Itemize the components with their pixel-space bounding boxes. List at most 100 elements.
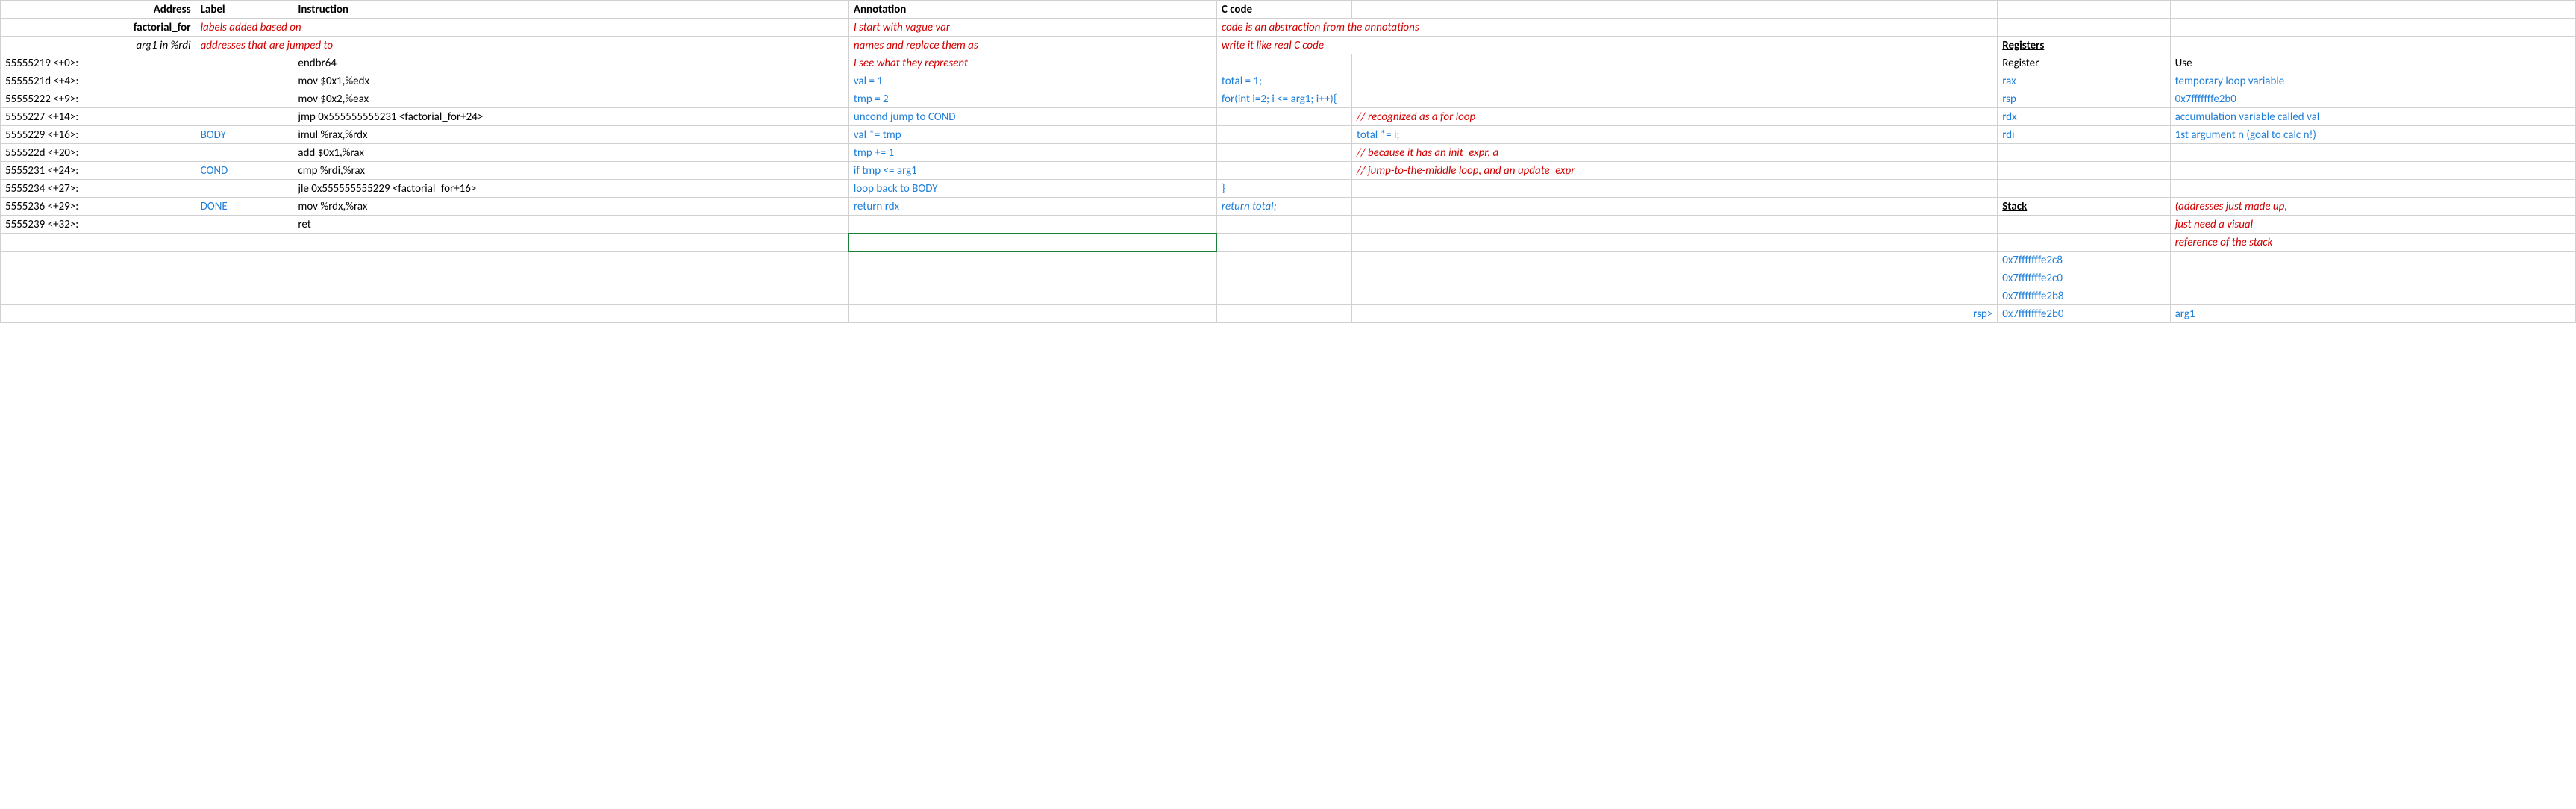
cell[interactable]: [1772, 1, 1907, 19]
cell-stack-val[interactable]: arg1: [2170, 305, 2575, 323]
cell[interactable]: [1772, 144, 1907, 162]
hdr-instruction[interactable]: Instruction: [293, 1, 849, 19]
cell[interactable]: [293, 252, 849, 269]
cell-register[interactable]: [1998, 162, 2170, 180]
cell-ccode[interactable]: [1216, 54, 1351, 72]
cell-rsp-ptr[interactable]: [1907, 269, 1998, 287]
cell-label[interactable]: [196, 54, 293, 72]
hdr-annotation[interactable]: Annotation: [848, 1, 1216, 19]
cell[interactable]: [1907, 144, 1998, 162]
cell-instruction[interactable]: mov $0x2,%eax: [293, 90, 849, 108]
cell[interactable]: [1907, 198, 1998, 216]
cell-ccode-extra[interactable]: // because it has an init_expr, a: [1351, 144, 1772, 162]
cell[interactable]: [1351, 269, 1772, 287]
cell-stack-addr[interactable]: 0x7fffffffe2b8: [1998, 287, 2170, 305]
cell-instruction[interactable]: add $0x1,%rax: [293, 144, 849, 162]
cell-ccode-extra[interactable]: [1351, 216, 1772, 234]
cell-register[interactable]: [1998, 216, 2170, 234]
cell[interactable]: [1772, 287, 1907, 305]
cell-instruction[interactable]: jmp 0x555555555231 <factorial_for+24>: [293, 108, 849, 126]
cell-address[interactable]: 5555229 <+16>:: [1, 126, 196, 144]
cell-label-note[interactable]: addresses that are jumped to: [196, 37, 848, 54]
cell-use[interactable]: 0x7fffffffe2b0: [2170, 90, 2575, 108]
cell[interactable]: [848, 234, 1216, 252]
cell-address[interactable]: 5555236 <+29>:: [1, 198, 196, 216]
cell[interactable]: [196, 287, 293, 305]
cell-label[interactable]: [196, 216, 293, 234]
cell-label[interactable]: COND: [196, 162, 293, 180]
cell[interactable]: [1772, 252, 1907, 269]
cell[interactable]: [1907, 90, 1998, 108]
cell-stack-addr[interactable]: 0x7fffffffe2b0: [1998, 305, 2170, 323]
cell-register[interactable]: [1998, 180, 2170, 198]
cell-ccode[interactable]: [1216, 162, 1351, 180]
cell[interactable]: [1907, 19, 1998, 37]
cell[interactable]: [196, 269, 293, 287]
cell-ccode-extra[interactable]: // recognized as a for loop: [1351, 108, 1772, 126]
cell[interactable]: [848, 252, 1216, 269]
cell-func-name[interactable]: factorial_for: [1, 19, 196, 37]
cell[interactable]: [1998, 19, 2170, 37]
cell-register[interactable]: Stack: [1998, 198, 2170, 216]
cell-label[interactable]: [196, 90, 293, 108]
cell-ccode-extra[interactable]: [1351, 90, 1772, 108]
cell-annotation[interactable]: loop back to BODY: [848, 180, 1216, 198]
cell-rsp-ptr[interactable]: [1907, 234, 1998, 252]
cell-ccode[interactable]: total = 1;: [1216, 72, 1351, 90]
cell[interactable]: [196, 252, 293, 269]
cell-ccode-extra[interactable]: [1351, 198, 1772, 216]
hdr-label[interactable]: Label: [196, 1, 293, 19]
cell-stack-val[interactable]: reference of the stack: [2170, 234, 2575, 252]
cell[interactable]: [1772, 180, 1907, 198]
cell[interactable]: [1907, 126, 1998, 144]
cell-ccode[interactable]: [1216, 126, 1351, 144]
cell-arg-note[interactable]: arg1 in %rdi: [1, 37, 196, 54]
cell-instruction[interactable]: mov $0x1,%edx: [293, 72, 849, 90]
cell-annotation[interactable]: tmp = 2: [848, 90, 1216, 108]
hdr-ccode[interactable]: C code: [1216, 1, 1351, 19]
cell[interactable]: [1351, 252, 1772, 269]
cell-rsp-ptr[interactable]: [1907, 287, 1998, 305]
cell-ccode[interactable]: for(int i=2; i <= arg1; i++){: [1216, 90, 1351, 108]
cell[interactable]: [1907, 1, 1998, 19]
cell-stack-val[interactable]: [2170, 252, 2575, 269]
cell[interactable]: [1772, 72, 1907, 90]
cell[interactable]: [196, 305, 293, 323]
cell-register[interactable]: rdi: [1998, 126, 2170, 144]
cell[interactable]: [1907, 162, 1998, 180]
cell-ccode[interactable]: [1216, 144, 1351, 162]
spreadsheet-grid[interactable]: Address Label Instruction Annotation C c…: [0, 0, 2576, 323]
cell[interactable]: [1772, 269, 1907, 287]
cell[interactable]: [1, 252, 196, 269]
hdr-address[interactable]: Address: [1, 1, 196, 19]
cell-register[interactable]: rsp: [1998, 90, 2170, 108]
cell[interactable]: [1772, 162, 1907, 180]
cell-stack-val[interactable]: [2170, 287, 2575, 305]
cell-stack-val[interactable]: [2170, 269, 2575, 287]
cell-instruction[interactable]: jle 0x555555555229 <factorial_for+16>: [293, 180, 849, 198]
cell-annotation[interactable]: uncond jump to COND: [848, 108, 1216, 126]
cell-code-note[interactable]: write it like real C code: [1216, 37, 1907, 54]
cell-address[interactable]: 5555239 <+32>:: [1, 216, 196, 234]
cell[interactable]: [848, 287, 1216, 305]
cell-use[interactable]: Use: [2170, 54, 2575, 72]
cell-label[interactable]: [196, 144, 293, 162]
cell[interactable]: [2170, 37, 2575, 54]
cell-register[interactable]: rax: [1998, 72, 2170, 90]
cell[interactable]: [2170, 19, 2575, 37]
cell-ccode[interactable]: return total;: [1216, 198, 1351, 216]
cell-ccode-extra[interactable]: [1351, 180, 1772, 198]
cell-register[interactable]: rdx: [1998, 108, 2170, 126]
cell-ccode-extra[interactable]: total *= i;: [1351, 126, 1772, 144]
cell-anno-note[interactable]: I start with vague var: [848, 19, 1216, 37]
cell-address[interactable]: 5555521d <+4>:: [1, 72, 196, 90]
cell[interactable]: [1772, 108, 1907, 126]
cell-address[interactable]: 55555219 <+0>:: [1, 54, 196, 72]
cell[interactable]: [1216, 252, 1351, 269]
cell-rsp-ptr[interactable]: rsp>: [1907, 305, 1998, 323]
cell[interactable]: [1772, 90, 1907, 108]
cell-ccode-extra[interactable]: [1351, 54, 1772, 72]
cell-stack-addr[interactable]: 0x7fffffffe2c8: [1998, 252, 2170, 269]
cell-label[interactable]: DONE: [196, 198, 293, 216]
cell-instruction[interactable]: imul %rax,%rdx: [293, 126, 849, 144]
